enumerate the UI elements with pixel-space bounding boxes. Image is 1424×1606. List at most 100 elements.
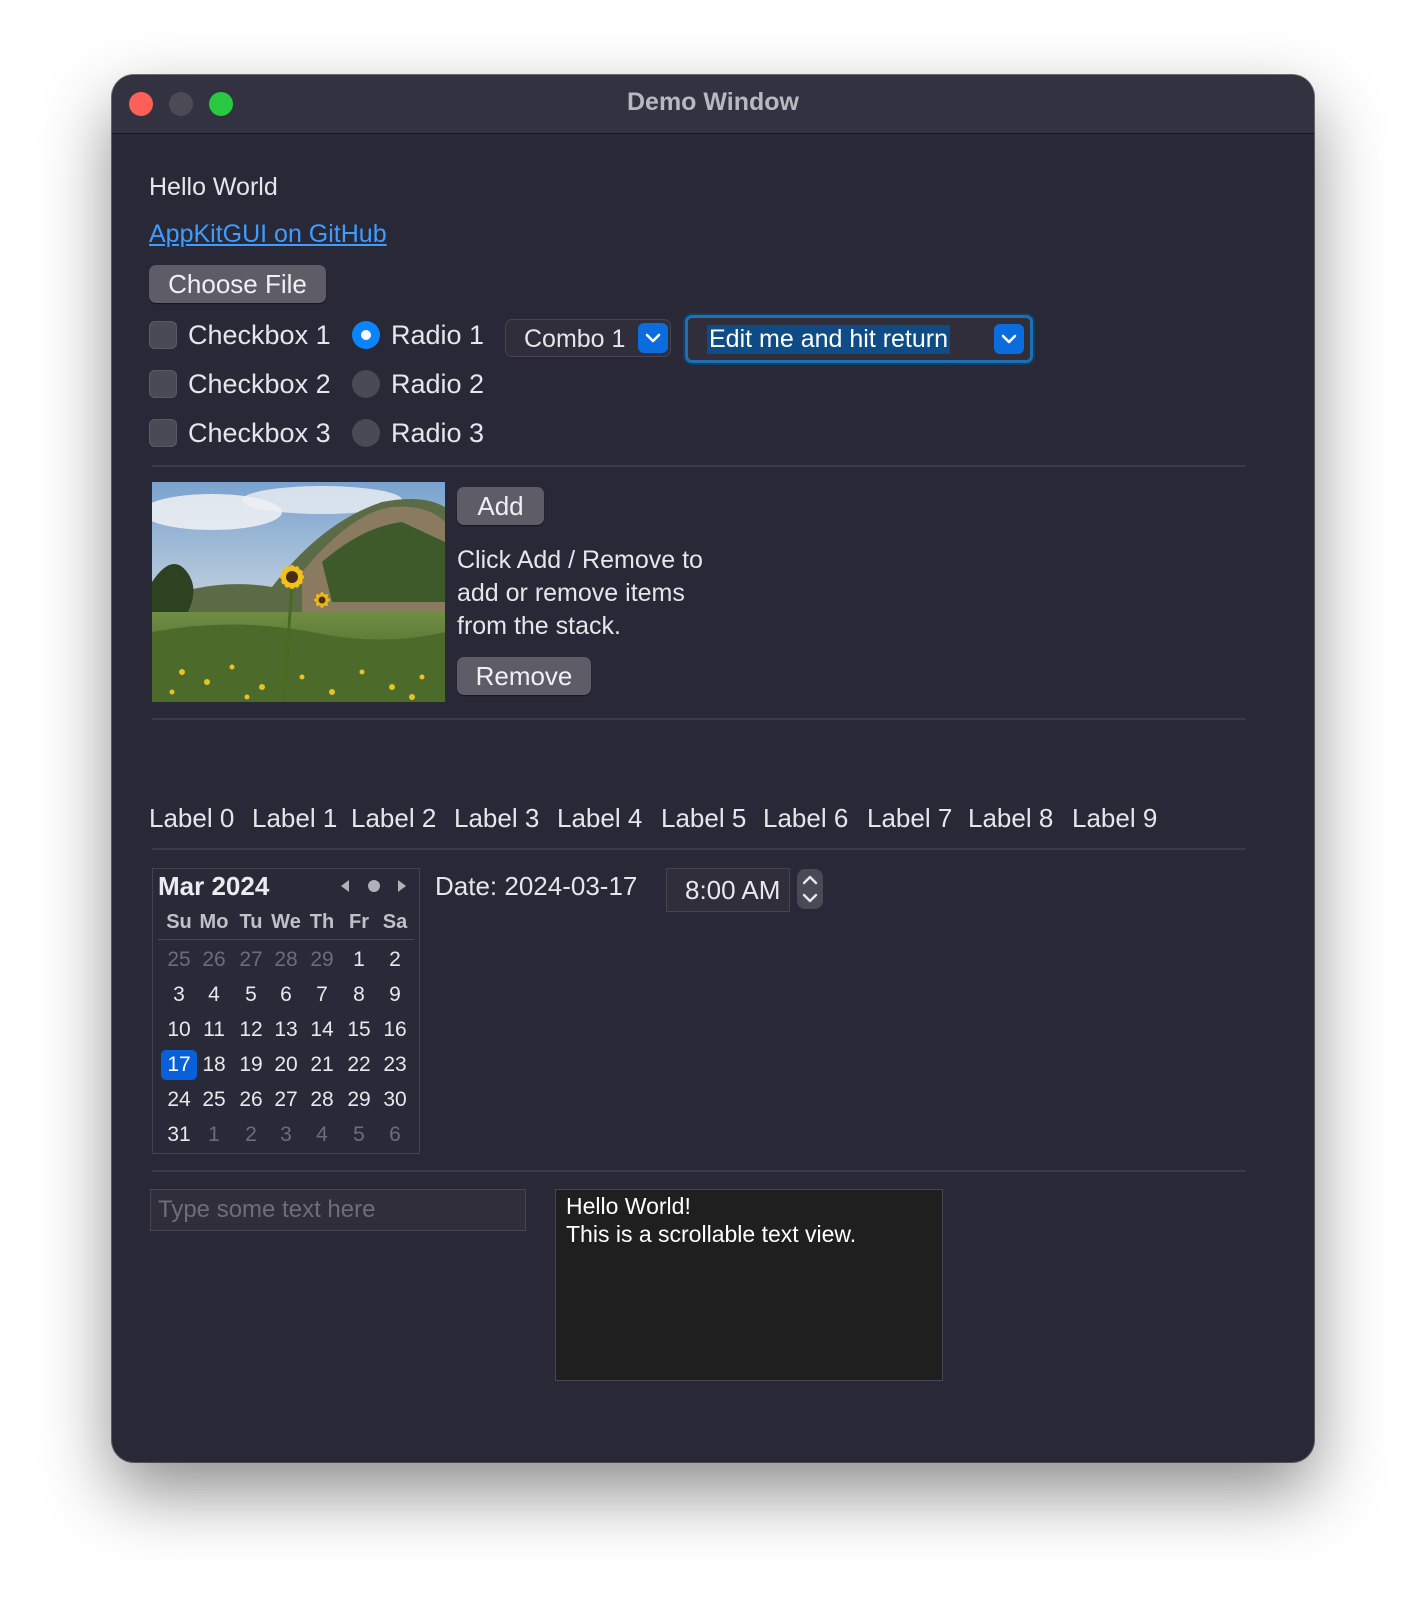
stack-description: Click Add / Remove to add or remove item… (457, 544, 703, 643)
scrollable-text-view[interactable]: Hello World! This is a scrollable text v… (555, 1189, 943, 1381)
combo-popup[interactable]: Combo 1 (505, 319, 671, 357)
label-0: Label 0 (149, 803, 235, 833)
weekday-header: Su (166, 911, 192, 933)
choose-file-button[interactable]: Choose File (149, 265, 326, 303)
calendar-day[interactable]: 21 (304, 1050, 340, 1080)
calendar-day[interactable]: 9 (377, 980, 413, 1010)
label-9: Label 9 (1072, 803, 1158, 833)
chevron-down-icon[interactable] (994, 324, 1024, 354)
weekday-header: We (271, 911, 301, 933)
label-4: Label 4 (557, 803, 643, 833)
checkbox-2-label: Checkbox 2 (188, 369, 331, 399)
stack-description-line-1: Click Add / Remove to (457, 546, 703, 574)
calendar-day[interactable]: 27 (233, 945, 269, 975)
calendar-day[interactable]: 3 (161, 980, 197, 1010)
calendar-day[interactable]: 1 (196, 1120, 232, 1150)
label-7: Label 7 (867, 803, 953, 833)
calendar-day[interactable]: 28 (304, 1085, 340, 1115)
prev-month-arrow-icon[interactable] (338, 879, 352, 898)
calendar-day[interactable]: 10 (161, 1015, 197, 1045)
calendar-day[interactable]: 11 (196, 1015, 232, 1045)
calendar-day[interactable]: 7 (304, 980, 340, 1010)
calendar-day[interactable]: 6 (268, 980, 304, 1010)
text-view-line-2: This is a scrollable text view. (566, 1221, 857, 1247)
calendar-day[interactable]: 15 (341, 1015, 377, 1045)
calendar-day[interactable]: 2 (233, 1120, 269, 1150)
calendar-day[interactable]: 8 (341, 980, 377, 1010)
label-5: Label 5 (661, 803, 747, 833)
calendar-day[interactable]: 16 (377, 1015, 413, 1045)
editable-combo[interactable]: Edit me and hit return (685, 315, 1033, 363)
time-field[interactable]: 8:00 AM (666, 868, 790, 912)
label-6: Label 6 (763, 803, 849, 833)
calendar-day[interactable]: 19 (233, 1050, 269, 1080)
label-1: Label 1 (252, 803, 338, 833)
checkbox-1-box[interactable] (149, 321, 177, 349)
editable-combo-text[interactable]: Edit me and hit return (707, 325, 951, 354)
calendar-divider (158, 939, 414, 940)
calendar-day[interactable]: 18 (196, 1050, 232, 1080)
calendar-day[interactable]: 5 (341, 1120, 377, 1150)
radio-3-label: Radio 3 (391, 418, 485, 448)
calendar-day[interactable]: 29 (304, 945, 340, 975)
date-picker-calendar[interactable]: Mar 2024 Su Mo Tu We Th Fr Sa 25 26 27 28 29 1 2 3 4 5 6 7… (152, 868, 420, 1154)
separator (152, 465, 1246, 467)
calendar-day[interactable]: 22 (341, 1050, 377, 1080)
calendar-day[interactable]: 26 (233, 1085, 269, 1115)
calendar-day[interactable]: 13 (268, 1015, 304, 1045)
label-3: Label 3 (454, 803, 540, 833)
radio-2-button[interactable] (352, 370, 380, 398)
calendar-day[interactable]: 31 (161, 1120, 197, 1150)
time-stepper[interactable] (797, 869, 823, 909)
calendar-day[interactable]: 14 (304, 1015, 340, 1045)
date-label: Date: 2024-03-17 (435, 871, 638, 901)
calendar-day[interactable]: 25 (196, 1085, 232, 1115)
calendar-day[interactable]: 20 (268, 1050, 304, 1080)
add-button[interactable]: Add (457, 487, 544, 525)
radio-2-label: Radio 2 (391, 369, 485, 399)
demo-window: Demo Window Hello World AppKitGUI on Git… (112, 75, 1314, 1462)
calendar-day[interactable]: 2 (377, 945, 413, 975)
github-link[interactable]: AppKitGUI on GitHub (149, 220, 387, 249)
separator (152, 848, 1246, 850)
calendar-day[interactable]: 26 (196, 945, 232, 975)
chevron-down-icon[interactable] (638, 323, 668, 353)
calendar-day[interactable]: 29 (341, 1085, 377, 1115)
stack-description-line-2: add or remove items (457, 579, 685, 607)
checkbox-3-box[interactable] (149, 419, 177, 447)
title-bar[interactable]: Demo Window (112, 75, 1314, 134)
stepper-arrows-icon (802, 875, 818, 903)
sunflower-landscape-image (152, 482, 445, 702)
today-dot-icon[interactable] (367, 879, 381, 898)
calendar-day[interactable]: 12 (233, 1015, 269, 1045)
next-month-arrow-icon[interactable] (395, 879, 409, 898)
calendar-day[interactable]: 4 (196, 980, 232, 1010)
combo-value: Combo 1 (524, 325, 626, 353)
calendar-month: Mar 2024 (158, 871, 270, 901)
calendar-day[interactable]: 5 (233, 980, 269, 1010)
label-2: Label 2 (351, 803, 437, 833)
calendar-day[interactable]: 23 (377, 1050, 413, 1080)
weekday-header: Mo (199, 911, 229, 933)
weekday-header: Sa (382, 911, 408, 933)
remove-button[interactable]: Remove (457, 657, 591, 695)
text-input[interactable] (150, 1189, 526, 1231)
calendar-day[interactable]: 30 (377, 1085, 413, 1115)
text-view-line-1: Hello World! (566, 1193, 691, 1219)
radio-1-label: Radio 1 (391, 320, 485, 350)
calendar-day[interactable]: 17 (161, 1050, 197, 1080)
checkbox-2-box[interactable] (149, 370, 177, 398)
separator (152, 718, 1246, 720)
calendar-day[interactable]: 25 (161, 945, 197, 975)
calendar-day[interactable]: 6 (377, 1120, 413, 1150)
radio-3-button[interactable] (352, 419, 380, 447)
calendar-day[interactable]: 1 (341, 945, 377, 975)
calendar-day[interactable]: 3 (268, 1120, 304, 1150)
label-8: Label 8 (968, 803, 1054, 833)
weekday-header: Tu (239, 911, 263, 933)
calendar-day[interactable]: 24 (161, 1085, 197, 1115)
calendar-day[interactable]: 4 (304, 1120, 340, 1150)
calendar-day[interactable]: 27 (268, 1085, 304, 1115)
calendar-day[interactable]: 28 (268, 945, 304, 975)
radio-1-button[interactable] (352, 321, 380, 349)
